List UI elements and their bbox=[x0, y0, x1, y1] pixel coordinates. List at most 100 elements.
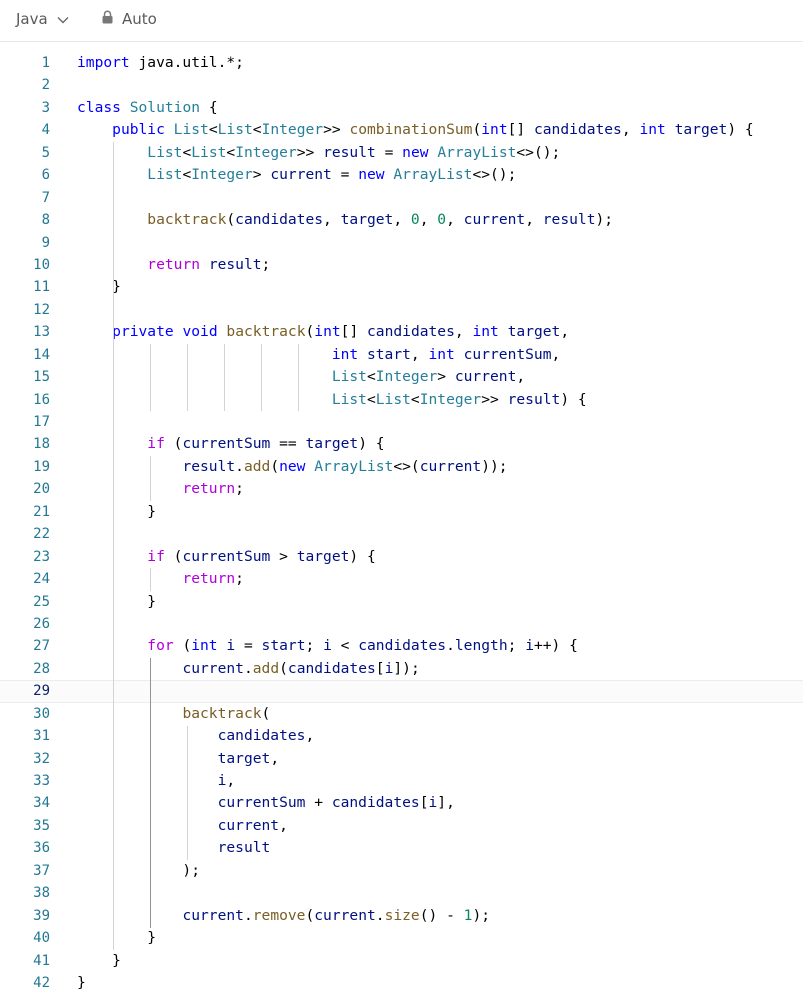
code-line[interactable]: 25 } bbox=[0, 591, 803, 613]
code-line[interactable]: 14 int start, int currentSum, bbox=[0, 344, 803, 366]
code-line[interactable]: 1 import java.util.*; bbox=[0, 52, 803, 74]
code-text[interactable]: List<List<Integer>> result) { bbox=[77, 389, 587, 411]
code-text[interactable]: result.add(new ArrayList<>(current)); bbox=[77, 456, 507, 478]
code-line[interactable]: 13 private void backtrack(int[] candidat… bbox=[0, 321, 803, 343]
code-text[interactable]: } bbox=[77, 276, 121, 298]
code-line[interactable]: 3 class Solution { bbox=[0, 97, 803, 119]
line-number: 11 bbox=[33, 279, 50, 296]
code-line[interactable]: 17 bbox=[0, 411, 803, 433]
chevron-down-icon bbox=[57, 10, 69, 28]
code-line[interactable]: 4 public List<List<Integer>> combination… bbox=[0, 119, 803, 141]
code-line[interactable]: 5 List<List<Integer>> result = new Array… bbox=[0, 142, 803, 164]
code-text[interactable]: current.remove(current.size() - 1); bbox=[77, 905, 490, 927]
code-line[interactable]: 34 currentSum + candidates[i], bbox=[0, 792, 803, 814]
line-number: 8 bbox=[41, 212, 50, 229]
line-number: 10 bbox=[33, 256, 50, 273]
line-number: 26 bbox=[33, 615, 50, 632]
code-line[interactable]: 8 backtrack(candidates, target, 0, 0, cu… bbox=[0, 209, 803, 231]
code-line[interactable]: 6 List<Integer> current = new ArrayList<… bbox=[0, 164, 803, 186]
line-number: 19 bbox=[33, 458, 50, 475]
code-text[interactable]: import java.util.*; bbox=[77, 52, 244, 74]
code-line[interactable]: 23 if (currentSum > target) { bbox=[0, 546, 803, 568]
code-line[interactable]: 36 result bbox=[0, 837, 803, 859]
access-mode-indicator[interactable]: Auto bbox=[102, 10, 157, 28]
code-line[interactable]: 33 i, bbox=[0, 770, 803, 792]
code-text[interactable]: } bbox=[77, 501, 156, 523]
code-line[interactable]: 21 } bbox=[0, 501, 803, 523]
line-number: 12 bbox=[33, 301, 50, 318]
code-line[interactable]: 37 ); bbox=[0, 860, 803, 882]
line-number: 35 bbox=[33, 817, 50, 834]
code-text[interactable]: ); bbox=[77, 860, 200, 882]
code-line[interactable]: 40 } bbox=[0, 927, 803, 949]
code-editor[interactable]: 1 import java.util.*; 2 3 class Solution {4 … bbox=[0, 52, 803, 994]
code-line[interactable]: 2 bbox=[0, 74, 803, 96]
code-line[interactable]: 24 return; bbox=[0, 568, 803, 590]
language-selector[interactable]: Java bbox=[16, 10, 69, 28]
code-line[interactable]: 26 bbox=[0, 613, 803, 635]
code-text[interactable]: public List<List<Integer>> combinationSu… bbox=[77, 119, 754, 141]
code-line[interactable]: 19 result.add(new ArrayList<>(current)); bbox=[0, 456, 803, 478]
code-line[interactable]: 15 List<Integer> current, bbox=[0, 366, 803, 388]
code-text[interactable]: target, bbox=[77, 748, 280, 770]
code-text[interactable]: } bbox=[77, 591, 156, 613]
line-number: 1 bbox=[41, 55, 50, 71]
indent-guide bbox=[187, 343, 188, 412]
code-text[interactable]: List<List<Integer>> result = new ArrayLi… bbox=[77, 142, 560, 164]
code-text[interactable]: } bbox=[77, 950, 121, 972]
line-number: 34 bbox=[33, 795, 50, 812]
code-line[interactable]: 39 current.remove(current.size() - 1); bbox=[0, 905, 803, 927]
code-line[interactable]: 29 bbox=[0, 680, 803, 703]
code-line[interactable]: 18 if (currentSum == target) { bbox=[0, 433, 803, 455]
code-line[interactable]: 20 return; bbox=[0, 478, 803, 500]
code-line[interactable]: 42} bbox=[0, 972, 803, 994]
line-number: 36 bbox=[33, 840, 50, 857]
line-number: 7 bbox=[41, 189, 50, 206]
code-line[interactable]: 38 bbox=[0, 882, 803, 904]
code-text[interactable]: List<Integer> current, bbox=[77, 366, 525, 388]
line-number: 4 bbox=[41, 122, 50, 139]
line-number: 32 bbox=[33, 750, 50, 767]
indent-guide bbox=[298, 343, 299, 412]
code-line[interactable]: 12 bbox=[0, 299, 803, 321]
code-text[interactable]: backtrack(candidates, target, 0, 0, curr… bbox=[77, 209, 613, 231]
code-text[interactable]: result bbox=[77, 837, 271, 859]
code-line[interactable]: 11 } bbox=[0, 276, 803, 298]
code-line[interactable]: 10 return result; bbox=[0, 254, 803, 276]
code-line[interactable]: 41 } bbox=[0, 950, 803, 972]
code-line[interactable]: 30 backtrack( bbox=[0, 703, 803, 725]
code-text[interactable]: i, bbox=[77, 770, 236, 792]
code-text[interactable]: current.add(candidates[i]); bbox=[77, 658, 419, 680]
lock-icon bbox=[102, 10, 113, 28]
code-line[interactable]: 7 bbox=[0, 187, 803, 209]
code-line[interactable]: 27 for (int i = start; i < candidates.le… bbox=[0, 635, 803, 657]
code-text[interactable]: } bbox=[77, 972, 86, 994]
code-line[interactable]: 32 target, bbox=[0, 748, 803, 770]
code-text[interactable]: return; bbox=[77, 568, 244, 590]
code-line[interactable]: 35 current, bbox=[0, 815, 803, 837]
code-text[interactable]: private void backtrack(int[] candidates,… bbox=[77, 321, 569, 343]
line-number: 20 bbox=[33, 481, 50, 498]
indent-guide bbox=[150, 658, 151, 928]
code-line[interactable]: 22 bbox=[0, 523, 803, 545]
line-number: 33 bbox=[33, 773, 50, 789]
code-line[interactable]: 9 bbox=[0, 232, 803, 254]
code-line[interactable]: 16 List<List<Integer>> result) { bbox=[0, 389, 803, 411]
code-text[interactable]: class Solution { bbox=[77, 97, 218, 119]
code-text[interactable]: List<Integer> current = new ArrayList<>(… bbox=[77, 164, 516, 186]
code-text[interactable]: } bbox=[77, 927, 156, 949]
code-text[interactable]: current, bbox=[77, 815, 288, 837]
code-text[interactable]: return; bbox=[77, 478, 244, 500]
line-number: 2 bbox=[41, 77, 50, 94]
code-text[interactable]: return result; bbox=[77, 254, 270, 276]
line-number: 31 bbox=[33, 728, 50, 745]
code-text[interactable]: backtrack( bbox=[77, 703, 270, 725]
code-text[interactable]: currentSum + candidates[i], bbox=[77, 792, 455, 814]
code-text[interactable]: for (int i = start; i < candidates.lengt… bbox=[77, 635, 578, 657]
code-text[interactable]: if (currentSum > target) { bbox=[77, 546, 375, 568]
code-line[interactable]: 28 current.add(candidates[i]); bbox=[0, 658, 803, 680]
editor-toolbar: Java Auto bbox=[0, 0, 803, 42]
code-text[interactable]: if (currentSum == target) { bbox=[77, 433, 384, 455]
code-line[interactable]: 31 candidates, bbox=[0, 725, 803, 747]
indent-guide bbox=[224, 343, 225, 412]
